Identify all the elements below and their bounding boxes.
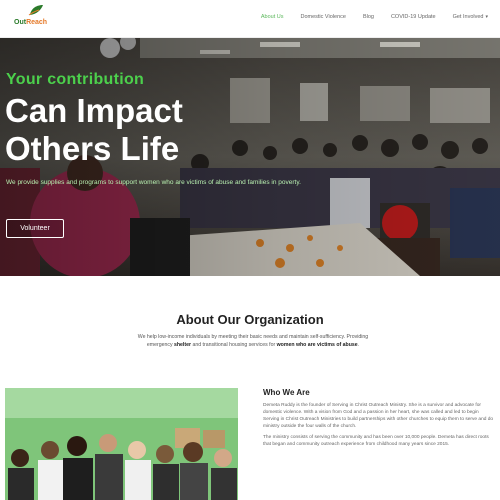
nav-label: Blog <box>362 14 374 20</box>
who-paragraph: Demeta Ruddy is the founder of Serving i… <box>263 403 494 429</box>
about-text: We help low-income individuals by meetin… <box>128 334 378 349</box>
hero-title-line1: Can Impact <box>5 92 183 129</box>
team-photo <box>5 388 238 500</box>
hero-title-line2: Others Life <box>5 130 180 167</box>
nav-domestic-violence[interactable]: Domestic Violence <box>300 14 345 20</box>
team-photo-image <box>5 388 238 500</box>
who-paragraph: The ministry consists of serving the com… <box>263 435 489 447</box>
hero-description: We provide supplies and programs to supp… <box>6 179 301 186</box>
site-logo[interactable]: OutReach <box>14 4 64 34</box>
site-header: OutReach About Us Domestic Violence Blog… <box>0 0 500 38</box>
nav-label: Domestic Violence <box>300 14 346 20</box>
about-text-bold: shelter <box>173 341 191 348</box>
nav-get-involved[interactable]: Get Involved ▾ <box>453 14 488 20</box>
hero-kicker: Your contribution <box>6 71 145 88</box>
nav-covid-update[interactable]: COVID-19 Update <box>391 14 436 20</box>
nav-label: Get Involved <box>452 14 484 20</box>
main-nav: About Us Domestic Violence Blog COVID-19… <box>244 14 488 20</box>
nav-label: COVID-19 Update <box>390 14 436 20</box>
who-we-are-title: Who We Are <box>263 388 310 397</box>
logo-text: OutReach <box>14 19 47 26</box>
about-text-part: and transitional housing services for <box>191 341 277 348</box>
hero-section: Your contribution Can Impact Others Life… <box>0 38 500 276</box>
nav-label: About Us <box>260 14 284 20</box>
about-title: About Our Organization <box>176 312 324 327</box>
hero-title: Can Impact Others Life <box>5 92 183 168</box>
chevron-down-icon: ▾ <box>485 14 488 20</box>
nav-blog[interactable]: Blog <box>363 14 374 20</box>
volunteer-button[interactable]: Volunteer <box>6 219 64 238</box>
nav-about-us[interactable]: About Us <box>261 14 284 20</box>
about-text-part: . <box>357 341 360 348</box>
who-we-are-text: Demeta Ruddy is the founder of Serving i… <box>263 402 495 452</box>
logo-text-out: Out <box>14 19 27 26</box>
leaf-logo-icon <box>28 5 43 16</box>
logo-text-reach: Reach <box>26 19 48 26</box>
about-text-bold: women who are victims of abuse <box>276 341 358 348</box>
